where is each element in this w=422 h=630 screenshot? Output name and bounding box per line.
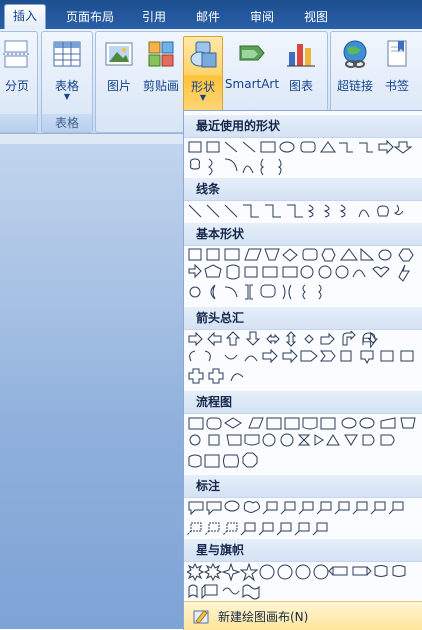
flowchart-rows[interactable] bbox=[187, 415, 422, 479]
shapes-label: 形状 bbox=[190, 80, 215, 94]
hyperlink-button[interactable]: 超链接 bbox=[335, 36, 375, 94]
section-callouts: 标注 bbox=[184, 475, 422, 498]
table-dropdown-icon: ▼ bbox=[63, 92, 71, 101]
document-background bbox=[0, 134, 183, 629]
picture-icon bbox=[105, 42, 133, 66]
chart-button[interactable]: 图表 bbox=[282, 36, 320, 94]
hyperlink-icon bbox=[343, 40, 367, 68]
block-arrows-rows[interactable] bbox=[187, 331, 422, 391]
shapes-icon bbox=[190, 41, 217, 68]
tables-group-label: 表格 bbox=[42, 114, 92, 132]
bookmark-icon bbox=[387, 40, 407, 67]
new-drawing-canvas-item[interactable]: 新建绘图画布(N) bbox=[184, 601, 422, 630]
section-lines: 线条 bbox=[184, 178, 422, 201]
pages-group: 分页 bbox=[0, 31, 38, 133]
shapes-button[interactable]: 形状 ▼ bbox=[183, 36, 223, 114]
section-stars-banners: 星与旗帜 bbox=[184, 539, 422, 562]
hyperlink-label: 超链接 bbox=[336, 79, 373, 93]
section-flowchart: 流程图 bbox=[184, 391, 422, 414]
picture-button[interactable]: 图片 bbox=[100, 36, 138, 94]
callouts-rows[interactable] bbox=[187, 499, 422, 539]
table-label: 表格 bbox=[54, 79, 79, 93]
recent-shapes-row[interactable] bbox=[187, 139, 422, 179]
page-break-label: 分页 bbox=[4, 79, 29, 93]
chart-icon bbox=[287, 44, 315, 67]
page-break-icon bbox=[3, 40, 31, 68]
smartart-label: SmartArt bbox=[224, 77, 280, 91]
table-button[interactable]: 表格 ▼ bbox=[46, 36, 88, 101]
table-icon bbox=[53, 41, 81, 67]
clipart-button[interactable]: 剪贴画 bbox=[140, 36, 182, 94]
tab-mailings[interactable]: 邮件 bbox=[188, 6, 228, 28]
chart-label: 图表 bbox=[288, 79, 313, 93]
bookmark-label: 书签 bbox=[384, 79, 409, 93]
picture-label: 图片 bbox=[106, 79, 131, 93]
tab-references[interactable]: 引用 bbox=[134, 6, 174, 28]
smartart-icon bbox=[239, 45, 265, 61]
shapes-dropdown-icon: ▼ bbox=[199, 93, 207, 102]
stars-banners-rows[interactable] bbox=[187, 563, 422, 603]
section-block-arrows: 箭头总汇 bbox=[184, 307, 422, 330]
new-drawing-canvas-label: 新建绘图画布(N) bbox=[218, 610, 309, 624]
drawing-canvas-icon bbox=[193, 610, 209, 624]
tab-page-layout[interactable]: 页面布局 bbox=[56, 6, 124, 28]
section-basic-shapes: 基本形状 bbox=[184, 223, 422, 246]
section-recent-shapes: 最近使用的形状 bbox=[184, 115, 422, 138]
shapes-gallery: 最近使用的形状 线条 基本形状 箭头总汇 流程图 标注 星与旗帜 新建绘图画布(… bbox=[183, 110, 422, 630]
lines-row[interactable] bbox=[187, 202, 422, 222]
smartart-button[interactable]: SmartArt bbox=[224, 36, 280, 91]
bookmark-button[interactable]: 书签 bbox=[377, 36, 417, 94]
basic-shapes-rows[interactable] bbox=[187, 247, 422, 307]
clipart-icon bbox=[148, 41, 174, 67]
ribbon-tab-bar: 插入 页面布局 引用 邮件 审阅 视图 bbox=[0, 0, 422, 30]
ruler-strip bbox=[0, 134, 183, 144]
clipart-label: 剪贴画 bbox=[142, 79, 179, 93]
tab-review[interactable]: 审阅 bbox=[242, 6, 282, 28]
tab-insert[interactable]: 插入 bbox=[4, 4, 46, 30]
tables-group: 表格 ▼ 表格 bbox=[41, 31, 93, 133]
page-break-button[interactable]: 分页 bbox=[1, 36, 33, 94]
pages-group-label bbox=[0, 114, 37, 132]
tab-view[interactable]: 视图 bbox=[296, 6, 336, 28]
